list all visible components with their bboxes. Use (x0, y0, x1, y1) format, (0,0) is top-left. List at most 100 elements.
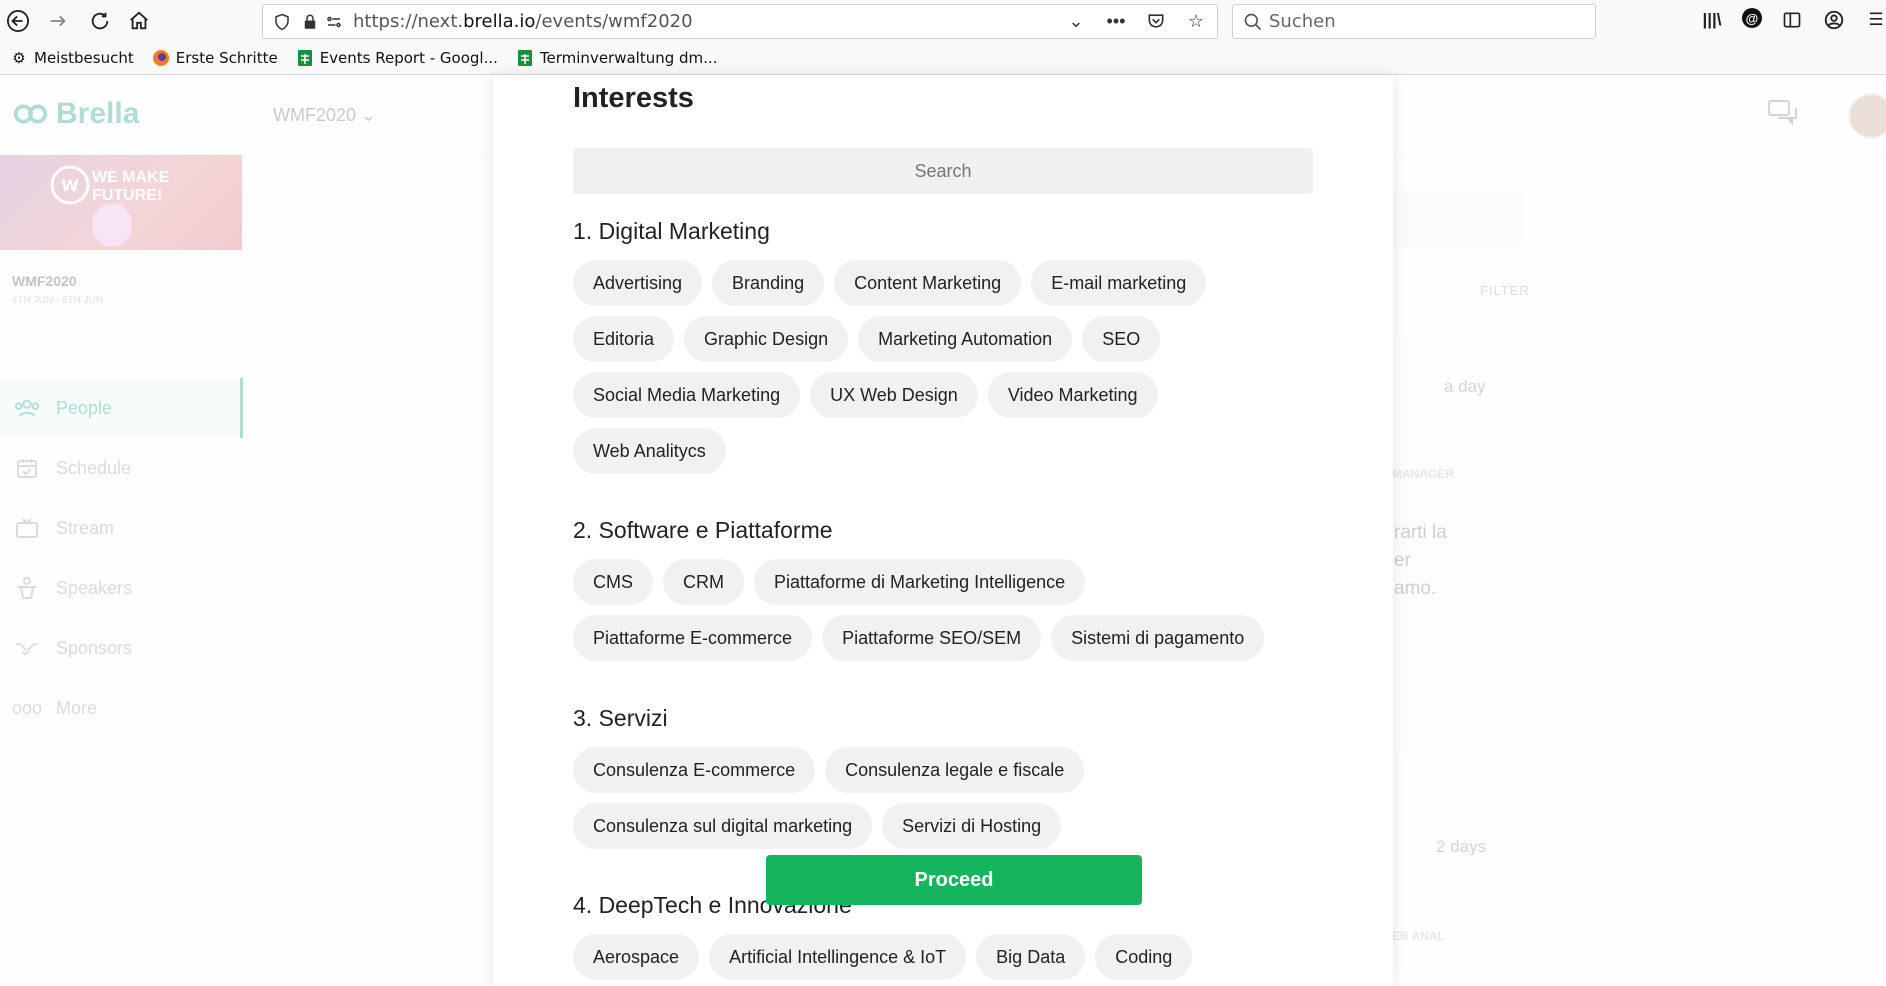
interest-chip[interactable]: Servizi di Hosting (882, 803, 1062, 849)
sidebar-item-stream[interactable]: Stream (0, 498, 243, 558)
more-icon: ooo (11, 697, 43, 718)
interest-chip[interactable]: Sistemi di pagamento (1051, 615, 1265, 661)
interest-chip[interactable]: Piattaforme E-commerce (573, 615, 813, 661)
interest-chip[interactable]: Branding (712, 260, 825, 306)
bookmark-label: Events Report - Googl... (319, 49, 498, 67)
url-text[interactable]: https://next.brella.io/events/wmf2020 (353, 11, 693, 32)
event-selector[interactable]: WMF2020 ⌄ (273, 105, 376, 126)
google-sheets-icon (296, 49, 314, 67)
chevron-down-icon[interactable]: ⌄ (1065, 10, 1087, 32)
logo-text: Brella (56, 97, 140, 130)
interest-chip[interactable]: Content Marketing (834, 260, 1022, 306)
address-bar[interactable]: https://next.brella.io/events/wmf2020 ⌄ … (262, 4, 1218, 39)
modal-title: Interests (573, 82, 694, 114)
interest-chip[interactable]: SEO (1082, 316, 1161, 362)
home-icon (130, 11, 148, 30)
bookmark-item[interactable]: Erste Schritte (152, 49, 278, 67)
reload-button[interactable] (84, 5, 116, 37)
interest-chip[interactable]: Piattaforme di Marketing Intelligence (754, 559, 1086, 605)
svg-text:W: W (61, 176, 79, 195)
chips-digital-marketing: Advertising Branding Content Marketing E-ma… (573, 260, 1313, 474)
section-title-digital-marketing: 1. Digital Marketing (573, 218, 770, 244)
proceed-button[interactable]: Proceed (766, 855, 1142, 905)
interest-chip[interactable]: CMS (573, 559, 653, 605)
bookmark-item[interactable]: Events Report - Googl... (296, 49, 498, 67)
tv-icon (14, 517, 40, 539)
interest-chip[interactable]: Aerospace (573, 934, 700, 980)
brella-logo-icon (13, 104, 48, 124)
interests-modal: Interests 1. Digital Marketing Advertisi… (493, 75, 1393, 986)
card-tag: MANAGER (1392, 467, 1454, 481)
bookmark-item[interactable]: Terminverwaltung dm... (516, 49, 717, 67)
sidebar-item-label: People (56, 397, 113, 418)
bookmark-item[interactable]: ⚙ Meistbesucht (10, 49, 133, 67)
home-button[interactable] (123, 5, 155, 37)
reload-icon (91, 12, 109, 30)
interest-chip[interactable]: Artificial Intellingence & IoT (709, 934, 967, 980)
side-nav: People Schedule Stream Speakers Sponsors… (0, 378, 243, 738)
interest-chip[interactable]: E-mail marketing (1031, 260, 1207, 306)
interest-chip[interactable]: Graphic Design (684, 316, 849, 362)
web-search-bar[interactable] (1232, 4, 1596, 39)
sidebar-item-more[interactable]: ooo More (0, 678, 243, 738)
banner-text: WE MAKE FUTURE! (92, 169, 169, 205)
interest-chip[interactable]: UX Web Design (810, 372, 978, 418)
search-icon (1243, 12, 1263, 32)
chips-servizi: Consulenza E-commerce Consulenza legale e… (573, 747, 1313, 849)
filter-button[interactable]: FILTER (1480, 283, 1530, 298)
banner-text-line1: WE MAKE (92, 169, 170, 186)
chips-software: CMS CRM Piattaforme di Marketing Intellige… (573, 559, 1313, 661)
event-banner: W WE MAKE FUTURE! (0, 155, 242, 250)
mascot-illustration (92, 203, 132, 247)
interest-chip[interactable]: Social Media Marketing (573, 372, 801, 418)
interests-search-input[interactable] (573, 148, 1313, 194)
more-actions-icon[interactable]: ••• (1105, 10, 1127, 32)
account-icon[interactable] (1822, 8, 1846, 32)
interest-chip[interactable]: Web Analitycs (573, 428, 726, 474)
sidebar-item-schedule[interactable]: Schedule (0, 438, 243, 498)
lock-icon[interactable] (299, 11, 321, 33)
interest-chip[interactable]: Editoria (573, 316, 675, 362)
sidebar-item-speakers[interactable]: Speakers (0, 558, 243, 618)
pocket-icon[interactable] (1145, 10, 1167, 32)
interest-chip[interactable]: Big Data (976, 934, 1086, 980)
permissions-icon[interactable] (323, 11, 345, 33)
avatar[interactable] (1848, 93, 1886, 139)
interest-chip[interactable]: Consulenza E-commerce (573, 747, 816, 793)
section-title-software: 2. Software e Piattaforme (573, 517, 833, 543)
interest-chip[interactable]: Advertising (573, 260, 703, 306)
interest-chip[interactable]: Marketing Automation (858, 316, 1073, 362)
url-path: /events/wmf2020 (535, 11, 693, 32)
library-icon[interactable]: |||\ (1700, 8, 1724, 32)
extension-icon[interactable]: @ (1742, 8, 1762, 28)
sidebar-item-people[interactable]: People (0, 378, 243, 438)
interest-chip[interactable]: Coding (1095, 934, 1193, 980)
podium-icon (14, 577, 40, 599)
background-search-field (1394, 191, 1524, 247)
interest-chip[interactable]: CRM (663, 559, 744, 605)
sidebar-item-sponsors[interactable]: Sponsors (0, 618, 243, 678)
card-tag: EB ANAL (1392, 929, 1445, 943)
interest-chip[interactable]: Piattaforme SEO/SEM (822, 615, 1042, 661)
event-dates: 4TH JUN - 6TH JUN (12, 295, 104, 306)
chat-icon[interactable] (1768, 100, 1800, 133)
interest-chip[interactable]: Consulenza legale e fiscale (825, 747, 1085, 793)
calendar-icon (14, 457, 40, 479)
web-search-input[interactable] (1269, 11, 1569, 32)
brella-logo[interactable]: Brella (12, 97, 139, 131)
card-timestamp: 2 days (1436, 837, 1487, 856)
gear-icon: ⚙ (12, 49, 26, 67)
menu-icon[interactable]: ☰ (1864, 8, 1886, 32)
back-button[interactable] (2, 5, 34, 37)
browser-toolbar: https://next.brella.io/events/wmf2020 ⌄ … (0, 0, 1886, 42)
banner-text-line2: FUTURE! (92, 187, 163, 204)
interest-chip[interactable]: Consulenza sul digital marketing (573, 803, 873, 849)
shield-icon[interactable] (271, 11, 293, 33)
interest-chip[interactable]: Video Marketing (987, 372, 1158, 418)
forward-button[interactable] (42, 5, 74, 37)
bookmark-star-icon[interactable]: ☆ (1185, 10, 1207, 32)
people-icon (14, 397, 40, 419)
event-name: WMF2020 (12, 273, 77, 289)
back-arrow-icon (7, 10, 29, 32)
sidebar-icon[interactable] (1780, 8, 1804, 32)
